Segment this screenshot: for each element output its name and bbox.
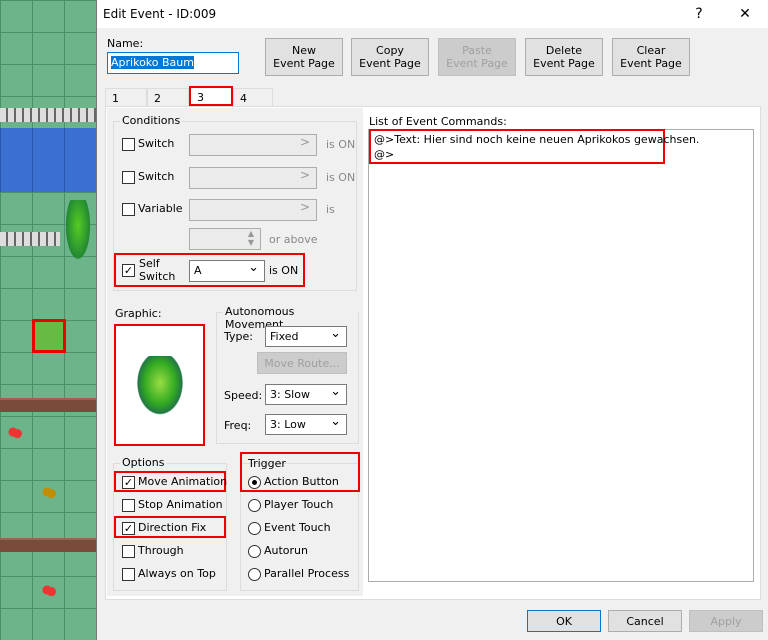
edit-event-dialog: Edit Event - ID:009 ? ✕ Name: Aprikoko B…: [96, 0, 768, 640]
water-tiles: [0, 128, 96, 192]
tab-3[interactable]: 3: [189, 86, 233, 106]
flower-tile: [2, 424, 24, 440]
switch1-label: Switch: [138, 137, 175, 150]
fence: [0, 108, 96, 122]
variable-value-stepper: ▲ ▼: [189, 228, 261, 250]
paste-event-page-button[interactable]: Paste Event Page: [438, 38, 516, 76]
command-line[interactable]: @>: [374, 148, 394, 161]
dirt-path: [0, 538, 96, 552]
window-title: Edit Event - ID:009: [103, 7, 217, 21]
event-commands-list[interactable]: [368, 129, 754, 582]
switch2-label: Switch: [138, 170, 175, 183]
map-view[interactable]: [0, 0, 96, 640]
move-animation-checkbox[interactable]: ✓ Move Animation: [122, 475, 227, 489]
fence: [0, 232, 60, 246]
selected-event-tile[interactable]: [32, 319, 66, 353]
clear-event-page-button[interactable]: Clear Event Page: [612, 38, 690, 76]
name-label: Name:: [107, 37, 144, 50]
ok-button[interactable]: OK: [527, 610, 601, 632]
autorun-label: Autorun: [264, 544, 309, 557]
trigger-event-touch[interactable]: Event Touch: [248, 521, 331, 535]
tree-tile: [64, 200, 92, 264]
tab-4[interactable]: 4: [233, 88, 273, 106]
switch2-checkbox[interactable]: Switch: [122, 170, 174, 184]
switch1-field: >: [189, 134, 317, 156]
stop-animation-checkbox[interactable]: Stop Animation: [122, 498, 223, 512]
trigger-label: Trigger: [248, 457, 286, 470]
always-on-top-checkbox[interactable]: Always on Top: [122, 567, 216, 581]
player-touch-label: Player Touch: [264, 498, 334, 511]
stop-animation-label: Stop Animation: [138, 498, 223, 511]
parallel-process-label: Parallel Process: [264, 567, 350, 580]
switch1-checkbox[interactable]: Switch: [122, 137, 174, 151]
close-button[interactable]: ✕: [722, 6, 768, 22]
tab-2[interactable]: 2: [147, 88, 189, 106]
action-button-label: Action Button: [264, 475, 339, 488]
flower-tile: [36, 484, 58, 500]
variable-label: Variable: [138, 202, 183, 215]
speed-label: Speed:: [224, 389, 263, 402]
direction-fix-label: Direction Fix: [138, 521, 207, 534]
trigger-autorun[interactable]: Autorun: [248, 544, 308, 558]
conditions-label: Conditions: [120, 114, 183, 127]
name-input[interactable]: Aprikoko Baum: [107, 52, 239, 74]
self-switch-label: Self Switch: [139, 257, 176, 283]
flower-tile: [36, 582, 58, 598]
self-switch-select[interactable]: A: [189, 260, 265, 282]
commands-label: List of Event Commands:: [369, 115, 507, 128]
delete-event-page-button[interactable]: Delete Event Page: [525, 38, 603, 76]
freq-select[interactable]: 3: Low: [265, 414, 347, 435]
tree-sprite: [136, 356, 184, 416]
tab-1[interactable]: 1: [105, 88, 147, 106]
trigger-parallel-process[interactable]: Parallel Process: [248, 567, 349, 581]
self-switch-checkbox[interactable]: ✓: [122, 263, 138, 277]
apply-button[interactable]: Apply: [689, 610, 763, 632]
switch1-is-on: is ON: [326, 138, 356, 151]
variable-is: is: [326, 203, 335, 216]
move-route-button[interactable]: Move Route...: [257, 352, 347, 374]
command-line[interactable]: @>Text: Hier sind noch keine neuen Aprik…: [374, 133, 699, 146]
type-select[interactable]: Fixed: [265, 326, 347, 347]
direction-fix-checkbox[interactable]: ✓ Direction Fix: [122, 521, 206, 535]
new-event-page-button[interactable]: New Event Page: [265, 38, 343, 76]
graphic-preview[interactable]: [114, 324, 205, 446]
event-touch-label: Event Touch: [264, 521, 331, 534]
options-label: Options: [120, 456, 167, 469]
cancel-button[interactable]: Cancel: [608, 610, 682, 632]
through-checkbox[interactable]: Through: [122, 544, 184, 558]
trigger-player-touch[interactable]: Player Touch: [248, 498, 333, 512]
variable-checkbox[interactable]: Variable: [122, 202, 183, 216]
switch2-is-on: is ON: [326, 171, 356, 184]
switch2-field: >: [189, 167, 317, 189]
always-on-top-label: Always on Top: [138, 567, 216, 580]
graphic-label: Graphic:: [115, 307, 162, 320]
help-button[interactable]: ?: [676, 6, 722, 22]
variable-field: >: [189, 199, 317, 221]
through-label: Through: [138, 544, 184, 557]
dirt-path: [0, 398, 96, 412]
self-switch-is-on: is ON: [269, 264, 299, 277]
move-animation-label: Move Animation: [138, 475, 228, 488]
type-label: Type:: [224, 330, 253, 343]
or-above-label: or above: [269, 233, 318, 246]
speed-select[interactable]: 3: Slow: [265, 384, 347, 405]
copy-event-page-button[interactable]: Copy Event Page: [351, 38, 429, 76]
name-value: Aprikoko Baum: [111, 56, 194, 69]
trigger-action-button[interactable]: Action Button: [248, 475, 339, 489]
title-bar: Edit Event - ID:009 ? ✕: [97, 0, 768, 28]
freq-label: Freq:: [224, 419, 252, 432]
